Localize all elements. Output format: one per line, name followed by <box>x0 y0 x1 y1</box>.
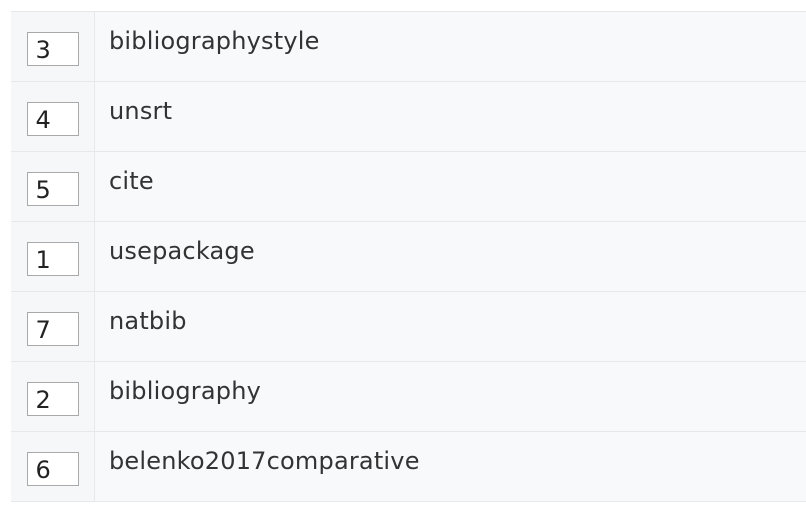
ordering-table: 3 bibliographystyle 4 unsrt 5 cite 1 use… <box>11 11 806 502</box>
order-cell: 3 <box>11 12 95 81</box>
keyword-label: unsrt <box>109 97 173 125</box>
keyword-label: belenko2017comparative <box>109 447 420 475</box>
keyword-label: bibliography <box>109 377 262 405</box>
order-input[interactable]: 2 <box>26 381 79 416</box>
table-row: 2 bibliography <box>11 362 806 432</box>
order-input[interactable]: 1 <box>26 241 79 276</box>
keyword-label: usepackage <box>109 237 255 265</box>
order-cell: 6 <box>11 432 95 501</box>
keyword-label: bibliographystyle <box>109 27 320 55</box>
table-row: 1 usepackage <box>11 222 806 292</box>
order-input[interactable]: 4 <box>26 101 79 136</box>
keyword-label: cite <box>109 167 154 195</box>
order-input[interactable]: 6 <box>26 451 79 486</box>
table-row: 4 unsrt <box>11 82 806 152</box>
order-cell: 2 <box>11 362 95 431</box>
order-input[interactable]: 3 <box>26 31 79 66</box>
order-cell: 1 <box>11 222 95 291</box>
keyword-label: natbib <box>109 307 187 335</box>
order-cell: 4 <box>11 82 95 151</box>
table-row: 6 belenko2017comparative <box>11 432 806 502</box>
order-cell: 5 <box>11 152 95 221</box>
order-cell: 7 <box>11 292 95 361</box>
table-row: 3 bibliographystyle <box>11 12 806 82</box>
table-row: 5 cite <box>11 152 806 222</box>
order-input[interactable]: 5 <box>26 171 79 206</box>
table-row: 7 natbib <box>11 292 806 362</box>
order-input[interactable]: 7 <box>26 311 79 346</box>
